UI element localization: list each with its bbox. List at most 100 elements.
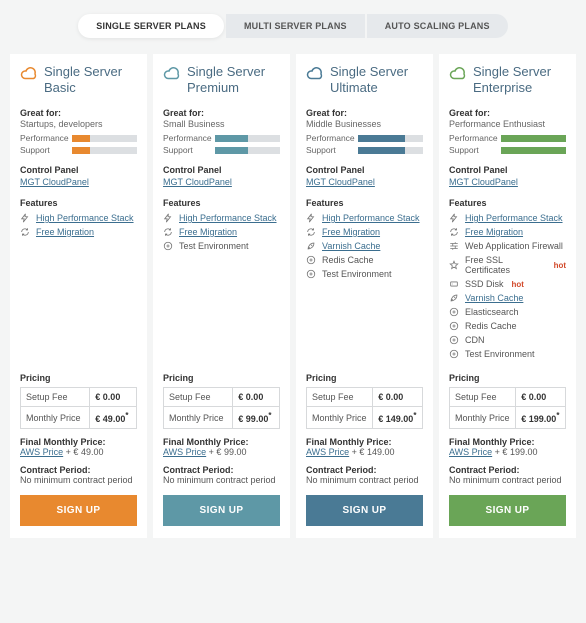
support-bar — [358, 147, 423, 154]
feature-item: Test Environment — [306, 269, 423, 279]
support-label: Support — [163, 145, 211, 155]
pricing-table: Setup Fee€ 0.00 Monthly Price€ 99.00* — [163, 387, 280, 429]
signup-button[interactable]: SIGN UP — [449, 495, 566, 526]
pricing-label: Pricing — [20, 373, 137, 383]
feature-link[interactable]: Varnish Cache — [465, 293, 523, 303]
control-panel-link[interactable]: MGT CloudPanel — [306, 177, 375, 187]
setup-fee-value: € 0.00 — [233, 388, 280, 407]
tab-multi-server[interactable]: MULTI SERVER PLANS — [226, 14, 365, 38]
feature-link[interactable]: Free Migration — [36, 227, 94, 237]
support-bar — [215, 147, 280, 154]
feature-link[interactable]: Free Migration — [179, 227, 237, 237]
audience: Small Business — [163, 119, 280, 129]
signup-button[interactable]: SIGN UP — [306, 495, 423, 526]
feature-text: Elasticsearch — [465, 307, 519, 317]
feature-link[interactable]: Free Migration — [465, 227, 523, 237]
cloud-icon — [163, 64, 181, 86]
pricing-label: Pricing — [306, 373, 423, 383]
plans-grid: Single Server Basic Great for: Startups,… — [0, 54, 586, 550]
perf-label: Performance — [20, 133, 68, 143]
control-panel-link[interactable]: MGT CloudPanel — [20, 177, 89, 187]
hot-badge: hot — [554, 261, 566, 270]
perf-label: Performance — [449, 133, 497, 143]
perf-bar — [72, 135, 137, 142]
contract-value: No minimum contract period — [449, 475, 562, 485]
plan-name: Single Server Ultimate — [330, 64, 423, 97]
cycle-icon — [449, 227, 459, 237]
monthly-price-label: Monthly Price — [307, 407, 373, 429]
control-panel-link[interactable]: MGT CloudPanel — [163, 177, 232, 187]
disk-icon — [449, 279, 459, 289]
feature-item: Free Migration — [306, 227, 423, 237]
great-for-label: Great for: — [20, 108, 137, 118]
tab-single-server[interactable]: SINGLE SERVER PLANS — [78, 14, 224, 38]
monthly-price-label: Monthly Price — [21, 407, 90, 429]
great-for-label: Great for: — [449, 108, 566, 118]
aws-price-link[interactable]: AWS Price — [20, 447, 63, 457]
signup-button[interactable]: SIGN UP — [20, 495, 137, 526]
perf-bar — [215, 135, 280, 142]
contract-value: No minimum contract period — [163, 475, 276, 485]
perf-label: Performance — [163, 133, 211, 143]
pricing-label: Pricing — [449, 373, 566, 383]
feature-text: Test Environment — [322, 269, 392, 279]
perf-bar — [358, 135, 423, 142]
bolt-icon — [163, 213, 173, 223]
aws-price-link[interactable]: AWS Price — [306, 447, 349, 457]
monthly-price-value: € 199.00* — [516, 407, 566, 429]
feature-text: Test Environment — [465, 349, 535, 359]
rocket-icon — [306, 241, 316, 251]
feature-link[interactable]: High Performance Stack — [465, 213, 563, 223]
contract-value: No minimum contract period — [20, 475, 133, 485]
signup-button[interactable]: SIGN UP — [163, 495, 280, 526]
feature-text: Redis Cache — [322, 255, 374, 265]
contract-label: Contract Period: — [449, 465, 520, 475]
feature-link[interactable]: Free Migration — [322, 227, 380, 237]
feature-item: Test Environment — [449, 349, 566, 359]
support-label: Support — [449, 145, 497, 155]
feature-item: Free Migration — [449, 227, 566, 237]
audience: Startups, developers — [20, 119, 137, 129]
features-label: Features — [449, 198, 566, 208]
feature-link[interactable]: High Performance Stack — [322, 213, 420, 223]
setup-fee-label: Setup Fee — [307, 388, 373, 407]
setup-fee-label: Setup Fee — [450, 388, 516, 407]
feature-link[interactable]: High Performance Stack — [179, 213, 277, 223]
feature-item: Free SSL Certificateshot — [449, 255, 566, 275]
audience: Middle Businesses — [306, 119, 423, 129]
control-panel-label: Control Panel — [306, 165, 423, 175]
aws-price-link[interactable]: AWS Price — [449, 447, 492, 457]
feature-item: High Performance Stack — [306, 213, 423, 223]
final-price-value: 99.00 — [224, 447, 247, 457]
feature-link[interactable]: Varnish Cache — [322, 241, 380, 251]
feature-link[interactable]: High Performance Stack — [36, 213, 134, 223]
feature-item: Elasticsearch — [449, 307, 566, 317]
support-bar — [501, 147, 566, 154]
feature-item: Varnish Cache — [449, 293, 566, 303]
great-for-label: Great for: — [306, 108, 423, 118]
final-price-value: 49.00 — [81, 447, 104, 457]
contract-value: No minimum contract period — [306, 475, 419, 485]
final-price-value: 149.00 — [367, 447, 395, 457]
pricing-table: Setup Fee€ 0.00 Monthly Price€ 199.00* — [449, 387, 566, 429]
final-price-label: Final Monthly Price: — [20, 437, 106, 447]
aws-price-link[interactable]: AWS Price — [163, 447, 206, 457]
plus-icon — [306, 255, 316, 265]
tab-auto-scaling[interactable]: AUTO SCALING PLANS — [367, 14, 508, 38]
great-for-label: Great for: — [163, 108, 280, 118]
plan-card: Single Server Ultimate Great for: Middle… — [296, 54, 433, 538]
final-price-label: Final Monthly Price: — [306, 437, 392, 447]
control-panel-link[interactable]: MGT CloudPanel — [449, 177, 518, 187]
feature-item: High Performance Stack — [449, 213, 566, 223]
audience: Performance Enthusiast — [449, 119, 566, 129]
features-label: Features — [163, 198, 280, 208]
bolt-icon — [20, 213, 30, 223]
feature-item: Redis Cache — [449, 321, 566, 331]
final-price-value: 199.00 — [510, 447, 538, 457]
support-label: Support — [20, 145, 68, 155]
feature-item: High Performance Stack — [20, 213, 137, 223]
feature-text: SSD Disk — [465, 279, 504, 289]
contract-label: Contract Period: — [20, 465, 91, 475]
feature-item: Free Migration — [20, 227, 137, 237]
contract-label: Contract Period: — [306, 465, 377, 475]
